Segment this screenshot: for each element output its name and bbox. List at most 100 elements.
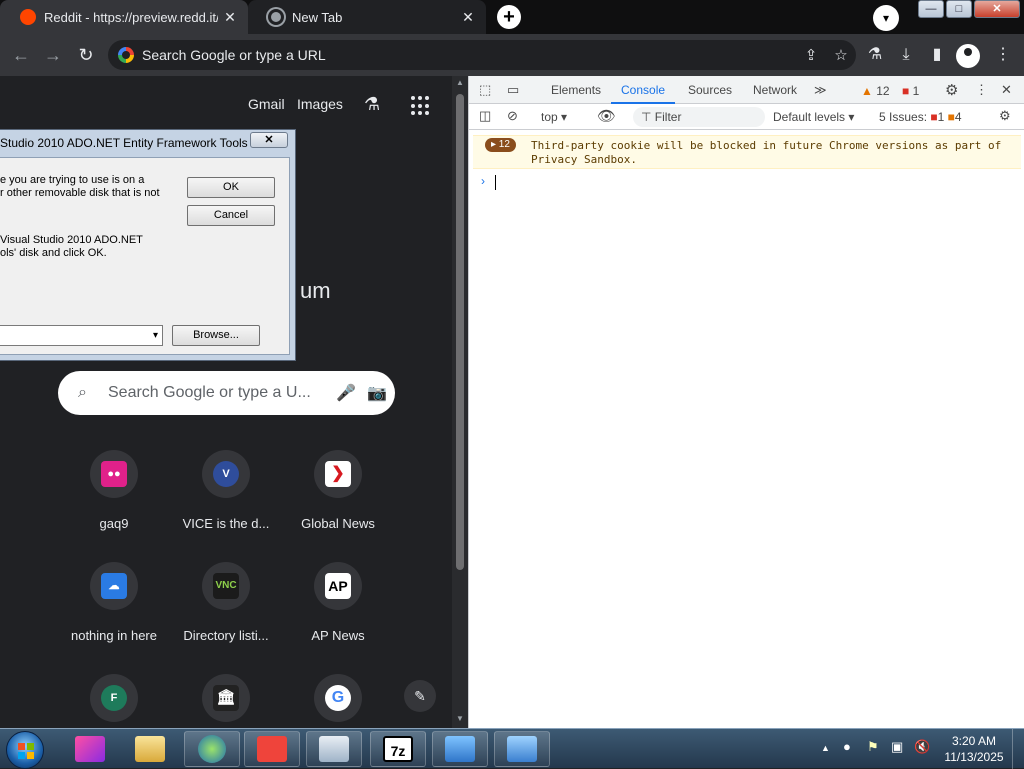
shortcut-tile[interactable]: ☁ nothing in here (58, 562, 170, 662)
google-apps-grid-icon[interactable] (411, 96, 431, 116)
tab-sources[interactable]: Sources (688, 83, 732, 97)
taskbar-7zip[interactable]: 7z (370, 731, 426, 767)
shortcut-tile[interactable]: ❯ Global News (282, 450, 394, 550)
close-tab-icon[interactable]: ✕ (218, 9, 242, 26)
customize-pencil-icon[interactable]: ✎ (404, 680, 436, 712)
taskbar-control-panel[interactable] (432, 731, 488, 767)
lens-camera-icon[interactable]: 📷 (359, 383, 395, 403)
console-filter-input[interactable]: ⊤ Filter (633, 107, 765, 127)
close-devtools-icon[interactable]: ✕ (1001, 82, 1012, 98)
reload-icon[interactable]: ↻ (73, 42, 99, 68)
windows-taskbar: 7z ▲ ● ⚑ ▣ 🔇 3:20 AM 11/13/2025 (0, 728, 1024, 769)
close-window-button[interactable]: ✕ (974, 0, 1020, 18)
inspect-element-icon[interactable]: ⬚ (479, 82, 491, 98)
more-tabs-icon[interactable]: ≫ (814, 83, 827, 97)
error-icon: ■ (902, 84, 910, 98)
ok-button[interactable]: OK (187, 177, 275, 198)
warning-icon: ▲ (861, 84, 873, 98)
tab-console[interactable]: Console (621, 83, 665, 97)
gmail-link[interactable]: Gmail (248, 96, 285, 112)
forward-arrow-icon[interactable]: → (40, 42, 66, 68)
shortcut-tile[interactable]: 🏛 (170, 674, 282, 728)
issues-button[interactable]: 5 Issues: ■1 ■4 (879, 110, 962, 124)
tab-search-button[interactable]: ▾ (873, 5, 899, 31)
sidebar-toggle-icon[interactable]: ◫ (479, 108, 491, 124)
devtools-menu-icon[interactable]: ⋮ (975, 82, 988, 98)
device-toolbar-icon[interactable]: ▭ (507, 82, 519, 98)
shortcut-tile[interactable]: V VICE is the d... (170, 450, 282, 550)
address-bar[interactable]: Search Google or type a URL ⇪ ☆ (108, 40, 856, 70)
scrollbar-thumb[interactable] (456, 94, 464, 570)
console-settings-gear-icon[interactable]: ⚙ (999, 108, 1011, 124)
taskbar-anydesk[interactable] (244, 731, 300, 767)
browser-toolbar: ← → ↻ Search Google or type a URL ⇪ ☆ ⚗ … (0, 34, 1024, 76)
tab-strip: Reddit - https://preview.redd.it/s ✕ New… (0, 0, 1024, 34)
taskbar-browser[interactable] (184, 731, 240, 767)
shortcut-tile[interactable]: F (58, 674, 170, 728)
tab-network[interactable]: Network (753, 83, 797, 97)
disk-path-combobox[interactable]: ▾ (0, 325, 163, 346)
profile-avatar[interactable] (956, 44, 980, 68)
show-desktop-button[interactable] (1012, 729, 1024, 769)
shortcut-tile[interactable]: AP AP News (282, 562, 394, 662)
action-center-flag-icon[interactable]: ⚑ (867, 739, 879, 755)
dialog-message-line: e you are trying to use is on a (0, 174, 145, 186)
microphone-icon[interactable]: 🎤 (333, 383, 359, 403)
tab-new-tab[interactable]: New Tab ✕ (248, 0, 486, 34)
vnc-icon: VNC (213, 573, 239, 599)
console-input-caret[interactable] (495, 175, 496, 190)
shortcut-tile[interactable]: VNC Directory listi... (170, 562, 282, 662)
console-warning-message[interactable]: ▸ 12 Third-party cookie will be blocked … (473, 135, 1021, 169)
tray-app-icon[interactable]: ● (843, 739, 851, 754)
ntp-search-box[interactable]: ⌕ Search Google or type a U... 🎤 📷 (58, 371, 395, 415)
tab-elements[interactable]: Elements (551, 83, 601, 97)
show-hidden-icons-arrow[interactable]: ▲ (821, 743, 830, 753)
page-scrollbar[interactable]: ▲ ▼ (452, 76, 468, 728)
maximize-button[interactable]: □ (946, 0, 972, 18)
shortcut-tile[interactable]: G (282, 674, 394, 728)
system-clock[interactable]: 3:20 AM 11/13/2025 (940, 733, 1008, 765)
taskbar-app-pinned[interactable] (62, 731, 118, 767)
taskbar-setup[interactable] (306, 731, 362, 767)
clock-date: 11/13/2025 (944, 750, 1004, 764)
scroll-up-icon[interactable]: ▲ (455, 78, 465, 87)
folder-icon (135, 736, 165, 762)
start-button[interactable] (6, 731, 44, 769)
images-link[interactable]: Images (297, 96, 343, 112)
dialog-close-button[interactable]: ✕ (250, 132, 288, 148)
scroll-down-icon[interactable]: ▼ (455, 714, 465, 723)
log-levels-value: Default levels (773, 110, 846, 124)
bookmark-star-icon[interactable]: ☆ (826, 46, 856, 64)
tab-title: New Tab (292, 9, 343, 25)
volume-muted-icon[interactable]: 🔇 (914, 739, 930, 755)
settings-gear-icon[interactable]: ⚙ (945, 81, 958, 99)
new-tab-button[interactable]: + (497, 5, 521, 29)
devtools-tabbar: ⬚ ▭ Elements Console Sources Network ≫ ▲… (469, 76, 1024, 104)
eye-icon[interactable]: 👁 (597, 107, 616, 125)
repeat-count-badge[interactable]: ▸ 12 (485, 138, 516, 152)
labs-flask-icon[interactable]: ⚗ (364, 94, 380, 115)
back-arrow-icon[interactable]: ← (8, 42, 34, 68)
shortcut-tile[interactable]: ●● gaq9 (58, 450, 170, 550)
cancel-button[interactable]: Cancel (187, 205, 275, 226)
menu-kebab-icon[interactable]: ⋮ (990, 42, 1016, 68)
warnings-counter[interactable]: ▲ 12 (861, 84, 890, 98)
browse-button[interactable]: Browse... (172, 325, 260, 346)
side-panel-icon[interactable]: ▮ (924, 42, 950, 68)
errors-counter[interactable]: ■ 1 (902, 84, 919, 98)
download-icon[interactable]: ⤓ (893, 42, 919, 68)
log-levels-dropdown[interactable]: Default levels ▾ (773, 110, 854, 124)
taskbar-remote-desktop[interactable] (494, 731, 550, 767)
labs-flask-icon[interactable]: ⚗ (862, 42, 888, 68)
shortcut-label: nothing in here (70, 628, 157, 643)
context-selector[interactable]: top ▾ (541, 110, 567, 124)
google-logo-fragment: um (300, 278, 331, 303)
share-icon[interactable]: ⇪ (796, 46, 826, 64)
network-icon[interactable]: ▣ (891, 739, 903, 755)
taskbar-explorer[interactable] (122, 731, 178, 767)
minimize-button[interactable]: — (918, 0, 944, 18)
gaq9-icon: ●● (101, 461, 127, 487)
clear-console-icon[interactable]: ⊘ (507, 108, 518, 124)
tab-reddit[interactable]: Reddit - https://preview.redd.it/s ✕ (0, 0, 248, 34)
close-tab-icon[interactable]: ✕ (456, 9, 480, 26)
